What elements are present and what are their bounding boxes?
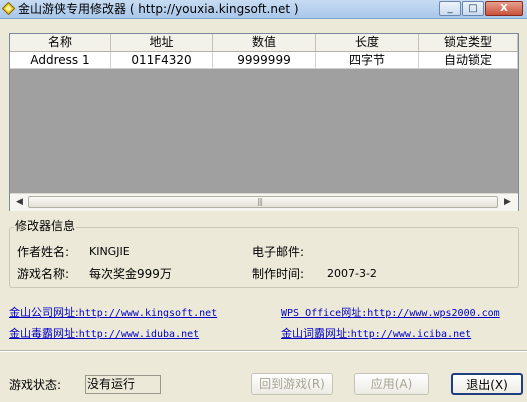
creation-date-label: 制作时间: <box>252 267 305 281</box>
diamond-app-icon <box>2 2 15 15</box>
iduba-link-url: http://www.iduba.net <box>78 329 200 340</box>
game-status-value: 没有运行 <box>85 375 161 394</box>
back-to-game-button[interactable]: 回到游戏(R) <box>251 373 333 395</box>
column-header-length[interactable]: 长度 <box>316 34 419 51</box>
cell-name[interactable]: Address 1 <box>10 52 111 69</box>
scrollbar-thumb[interactable]: ||| <box>28 196 498 208</box>
cell-length[interactable]: 四字节 <box>316 52 419 69</box>
close-button[interactable]: X <box>485 1 523 16</box>
author-label: 作者姓名: <box>17 245 70 259</box>
scroll-right-arrow-icon[interactable]: ▶ <box>500 195 515 209</box>
table-row[interactable]: Address 1 011F4320 9999999 四字节 自动锁定 <box>10 52 518 69</box>
kingsoft-link-label: 金山公司网址: <box>9 306 79 319</box>
info-group-label: 修改器信息 <box>14 219 77 233</box>
minimize-button[interactable]: _ <box>439 1 461 16</box>
grip-icon: ||| <box>257 197 263 206</box>
title-bar: 金山游侠专用修改器 ( http://youxia.kingsoft.net )… <box>0 0 527 19</box>
apply-button[interactable]: 应用(A) <box>354 373 429 395</box>
cell-lock-type[interactable]: 自动锁定 <box>419 52 518 69</box>
window-title: 金山游侠专用修改器 ( http://youxia.kingsoft.net ) <box>18 2 299 16</box>
wps-link-url: http://www.wps2000.com <box>367 308 500 319</box>
column-header-value[interactable]: 数值 <box>213 34 316 51</box>
wps-link-label: WPS Office网址: <box>281 308 368 319</box>
creation-date-value: 2007-3-2 <box>327 267 377 280</box>
kingsoft-link-url: http://www.kingsoft.net <box>78 308 218 319</box>
maximize-button[interactable]: □ <box>462 1 484 16</box>
game-name-value: 每次奖金999万 <box>89 267 172 281</box>
iduba-link[interactable]: 金山毒霸网址:http://www.iduba.net <box>9 327 199 341</box>
column-header-address[interactable]: 地址 <box>111 34 213 51</box>
game-name-label: 游戏名称: <box>17 267 70 281</box>
divider <box>0 350 527 352</box>
horizontal-scrollbar[interactable]: ◀ ||| ▶ <box>10 193 518 211</box>
column-header-name[interactable]: 名称 <box>10 34 111 51</box>
address-table[interactable]: 名称 地址 数值 长度 锁定类型 Address 1 011F4320 9999… <box>9 33 519 211</box>
exit-button[interactable]: 退出(X) <box>451 373 523 395</box>
iduba-link-label: 金山毒霸网址: <box>9 327 79 340</box>
email-label: 电子邮件: <box>252 245 305 259</box>
iciba-link-label: 金山词霸网址: <box>281 327 351 340</box>
cell-value[interactable]: 9999999 <box>213 52 316 69</box>
game-status-label: 游戏状态: <box>9 378 62 392</box>
scroll-left-arrow-icon[interactable]: ◀ <box>12 195 27 209</box>
table-header: 名称 地址 数值 长度 锁定类型 <box>10 34 518 52</box>
column-header-lock-type[interactable]: 锁定类型 <box>419 34 518 51</box>
author-value: KINGJIE <box>89 245 130 258</box>
kingsoft-link[interactable]: 金山公司网址:http://www.kingsoft.net <box>9 306 217 320</box>
wps-link[interactable]: WPS Office网址:http://www.wps2000.com <box>281 306 500 320</box>
iciba-link-url: http://www.iciba.net <box>350 329 472 340</box>
cell-address[interactable]: 011F4320 <box>111 52 213 69</box>
iciba-link[interactable]: 金山词霸网址:http://www.iciba.net <box>281 327 471 341</box>
